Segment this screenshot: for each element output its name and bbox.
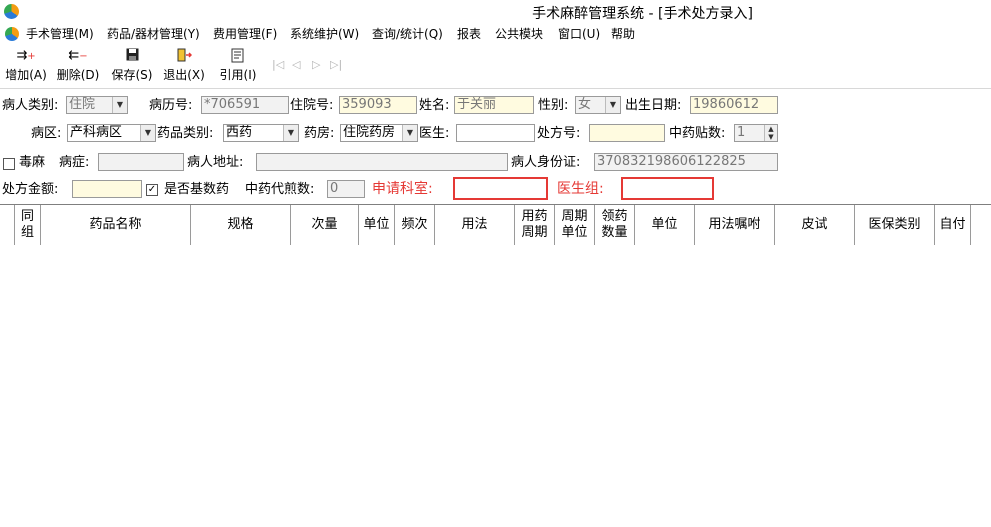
menu-drugs[interactable]: 药品/器材管理(Y) xyxy=(107,25,200,42)
delete-icon: ⇇− xyxy=(68,48,88,63)
col-frequency[interactable]: 频次 xyxy=(395,205,435,245)
chevron-down-icon[interactable]: ▼ xyxy=(283,125,298,141)
menu-window[interactable]: 窗口(U) xyxy=(558,25,600,42)
col-med-cycle[interactable]: 用药周期 xyxy=(515,205,555,245)
herb-decoct-field[interactable]: 0 xyxy=(327,180,365,198)
window-title: 手术麻醉管理系统 - [手术处方录入] xyxy=(532,6,753,22)
menu-system[interactable]: 系统维护(W) xyxy=(290,25,359,42)
doctor-group-field[interactable] xyxy=(621,177,714,200)
cite-button[interactable]: 引用(I) xyxy=(216,48,260,84)
chevron-down-icon[interactable]: ▼ xyxy=(112,97,127,113)
menu-fees[interactable]: 费用管理(F) xyxy=(213,25,277,42)
patient-type-label: 病人类别: xyxy=(2,98,59,113)
rx-amount-field[interactable] xyxy=(72,180,142,198)
exit-button[interactable]: 退出(X) xyxy=(162,48,206,84)
menu-reports[interactable]: 报表 xyxy=(457,25,481,42)
cite-document-icon xyxy=(216,48,260,64)
basic-drug-checkbox[interactable]: ✓ xyxy=(146,184,158,196)
prev-record-icon[interactable]: ◁ xyxy=(292,58,300,71)
col-dispense-qty[interactable]: 领药数量 xyxy=(595,205,635,245)
title-bar: 手术麻醉管理系统 - [手术处方录入] xyxy=(0,0,991,26)
doctor-label: 医生: xyxy=(419,126,450,141)
save-button[interactable]: 保存(S) xyxy=(110,48,154,84)
herb-count-label: 中药贴数: xyxy=(669,126,726,141)
chevron-down-icon[interactable]: ▼ xyxy=(402,125,417,141)
rx-amount-label: 处方金额: xyxy=(2,182,59,197)
col-insurance-type[interactable]: 医保类别 xyxy=(855,205,935,245)
address-field[interactable] xyxy=(256,153,508,171)
col-dose[interactable]: 次量 xyxy=(291,205,359,245)
add-button[interactable]: ⇉+ 增加(A) xyxy=(4,48,48,84)
col-unit-2[interactable]: 单位 xyxy=(635,205,695,245)
save-icon xyxy=(110,48,154,64)
add-icon: ⇉+ xyxy=(16,48,36,63)
id-number-field[interactable]: 370832198606122825 xyxy=(594,153,778,171)
rx-no-label: 处方号: xyxy=(537,126,581,141)
record-no-label: 病历号: xyxy=(149,98,193,113)
row-indicator xyxy=(0,205,15,245)
name-field[interactable]: 于关丽 xyxy=(454,96,534,114)
col-usage-notes[interactable]: 用法嘱咐 xyxy=(695,205,775,245)
exit-door-icon xyxy=(162,48,206,64)
pharmacy-select[interactable]: 住院药房 ▼ xyxy=(340,124,418,142)
doctor-group-label: 医生组: xyxy=(557,181,604,197)
apply-dept-label: 申请科室: xyxy=(372,181,433,197)
drug-category-select[interactable]: 西药 ▼ xyxy=(223,124,299,142)
next-record-icon[interactable]: ▷ xyxy=(312,58,320,71)
col-spec[interactable]: 规格 xyxy=(191,205,291,245)
prescription-grid[interactable]: 同组 药品名称 规格 次量 单位 频次 用法 用药周期 周期单位 领药数量 单位… xyxy=(0,204,991,527)
first-record-icon[interactable]: |◁ xyxy=(272,58,284,71)
doctor-field[interactable] xyxy=(456,124,535,142)
inpatient-no-field[interactable]: 359093 xyxy=(339,96,417,114)
col-unit[interactable]: 单位 xyxy=(359,205,395,245)
birth-date-field[interactable]: 19860612 xyxy=(690,96,778,114)
gender-label: 性别: xyxy=(538,98,569,113)
menu-query[interactable]: 查询/统计(Q) xyxy=(372,25,443,42)
menu-logo-icon[interactable] xyxy=(5,27,19,41)
ward-select[interactable]: 产科病区 ▼ xyxy=(67,124,156,142)
id-number-label: 病人身份证: xyxy=(511,155,581,170)
col-cycle-unit[interactable]: 周期单位 xyxy=(555,205,595,245)
menu-bar: 手术管理(M) 药品/器材管理(Y) 费用管理(F) 系统维护(W) 查询/统计… xyxy=(0,25,991,45)
address-label: 病人地址: xyxy=(187,155,244,170)
ward-label: 病区: xyxy=(31,126,62,141)
col-self-pay[interactable]: 自付 xyxy=(935,205,971,245)
record-no-field[interactable]: *706591 xyxy=(201,96,289,114)
birth-date-label: 出生日期: xyxy=(625,98,682,113)
chevron-down-icon[interactable]: ▼ xyxy=(140,125,155,141)
menu-help[interactable]: 帮助 xyxy=(611,25,635,42)
pharmacy-label: 药房: xyxy=(304,126,335,141)
herb-count-spinner[interactable]: 1 ▲ ▼ xyxy=(734,124,778,142)
col-skin-test[interactable]: 皮试 xyxy=(775,205,855,245)
narcotic-checkbox[interactable] xyxy=(3,158,15,170)
last-record-icon[interactable]: ▷| xyxy=(330,58,342,71)
menu-surgery[interactable]: 手术管理(M) xyxy=(26,25,94,42)
spinner-arrows-icon[interactable]: ▲ ▼ xyxy=(764,125,777,141)
rx-no-field[interactable] xyxy=(589,124,665,142)
toolbar: ⇉+ 增加(A) ⇇− 删除(D) 保存(S) 退出(X) 引用(I) |◁ ◁… xyxy=(0,46,991,89)
drug-category-label: 药品类别: xyxy=(157,126,214,141)
col-same-group[interactable]: 同组 xyxy=(15,205,41,245)
herb-decoct-label: 中药代煎数: xyxy=(245,182,315,197)
inpatient-no-label: 住院号: xyxy=(290,98,334,113)
col-usage[interactable]: 用法 xyxy=(435,205,515,245)
gender-select[interactable]: 女 ▼ xyxy=(575,96,621,114)
disease-label: 病症: xyxy=(59,155,90,170)
apply-dept-field[interactable] xyxy=(453,177,548,200)
col-drug-name[interactable]: 药品名称 xyxy=(41,205,191,245)
delete-button[interactable]: ⇇− 删除(D) xyxy=(56,48,100,84)
chevron-down-icon[interactable]: ▼ xyxy=(605,97,620,113)
narcotic-label: 毒麻 xyxy=(19,155,46,170)
name-label: 姓名: xyxy=(419,98,450,113)
menu-public[interactable]: 公共模块 xyxy=(495,25,543,42)
disease-field[interactable] xyxy=(98,153,184,171)
basic-drug-label: 是否基数药 xyxy=(164,182,230,197)
patient-type-select[interactable]: 住院 ▼ xyxy=(66,96,128,114)
